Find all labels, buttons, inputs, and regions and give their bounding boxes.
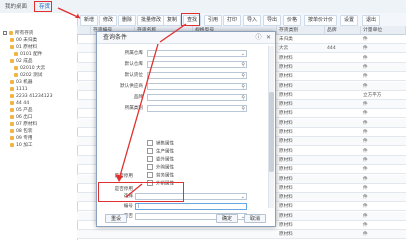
annotation-arrows	[57, 7, 187, 198]
annotation-arrow	[119, 43, 159, 177]
arrowhead	[115, 174, 123, 182]
annotation-arrow	[159, 23, 187, 43]
annotation-arrow	[125, 183, 143, 198]
